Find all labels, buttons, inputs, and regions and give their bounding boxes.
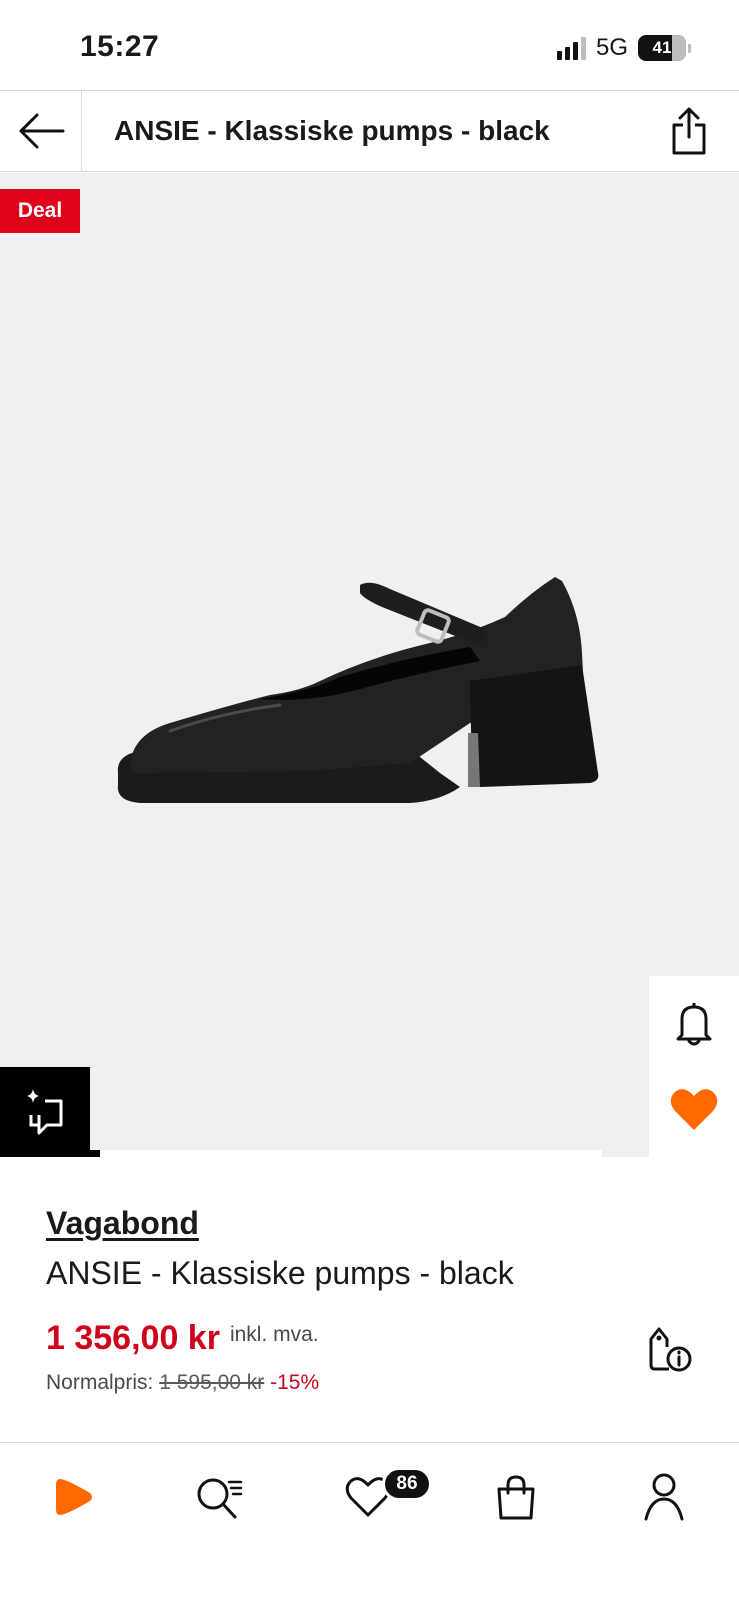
search-icon (197, 1478, 243, 1519)
nav-bag[interactable] (486, 1467, 546, 1527)
user-icon (644, 1473, 684, 1521)
bell-icon (676, 1003, 712, 1046)
discount-percent: -15% (270, 1371, 320, 1394)
vat-label: inkl. mva. (229, 1323, 319, 1346)
network-type: 5G (595, 34, 628, 61)
nav-account[interactable] (634, 1467, 694, 1527)
page-title: ANSIE - Klassiske pumps - black (114, 115, 550, 146)
nav-home[interactable] (44, 1467, 104, 1527)
battery-level: 41 (652, 38, 672, 57)
wishlist-toggle-button[interactable] (667, 1084, 721, 1134)
heart-filled-icon (670, 1089, 718, 1130)
back-button[interactable] (0, 91, 82, 171)
price-row: 1 356,00 kr inkl. mva. (46, 1319, 319, 1358)
bag-icon (497, 1475, 535, 1520)
side-actions (649, 976, 739, 1157)
share-icon (672, 107, 706, 155)
product-name: ANSIE - Klassiske pumps - black (46, 1255, 514, 1291)
nav-search[interactable] (190, 1467, 250, 1527)
similar-items-icon (27, 1089, 63, 1135)
old-price: 1 595,00 kr (159, 1371, 265, 1394)
product-image (117, 577, 599, 803)
share-button[interactable] (667, 105, 711, 157)
arrow-left-icon (19, 113, 64, 149)
top-bar: ANSIE - Klassiske pumps - black (0, 90, 739, 172)
deal-badge: Deal (0, 189, 80, 233)
status-time: 15:27 (80, 30, 160, 63)
product-info: Vagabond ANSIE - Klassiske pumps - black… (0, 1157, 739, 1442)
zalando-play-icon (56, 1479, 92, 1515)
bottom-nav: 86 (0, 1442, 739, 1600)
brand-link[interactable]: Vagabond (46, 1205, 199, 1242)
product-gallery[interactable]: Deal (0, 173, 739, 1157)
price-info-button[interactable] (647, 1323, 693, 1373)
status-indicators: 5G 41 (556, 34, 691, 62)
wishlist-count-badge: 86 (382, 1467, 432, 1501)
gallery-progress-fill (90, 1150, 101, 1157)
status-bar: 15:27 5G 41 (0, 0, 739, 90)
signal-icon (556, 36, 586, 60)
normal-price-row: Normalpris: 1 595,00 kr -15% (46, 1371, 319, 1395)
tag-info-icon (649, 1327, 692, 1372)
gallery-progress (90, 1150, 602, 1157)
find-similar-button[interactable] (0, 1067, 90, 1157)
current-price: 1 356,00 kr (46, 1319, 220, 1357)
notify-button[interactable] (671, 998, 717, 1048)
normal-price-label: Normalpris: (46, 1371, 154, 1394)
battery-icon: 41 (638, 35, 691, 61)
